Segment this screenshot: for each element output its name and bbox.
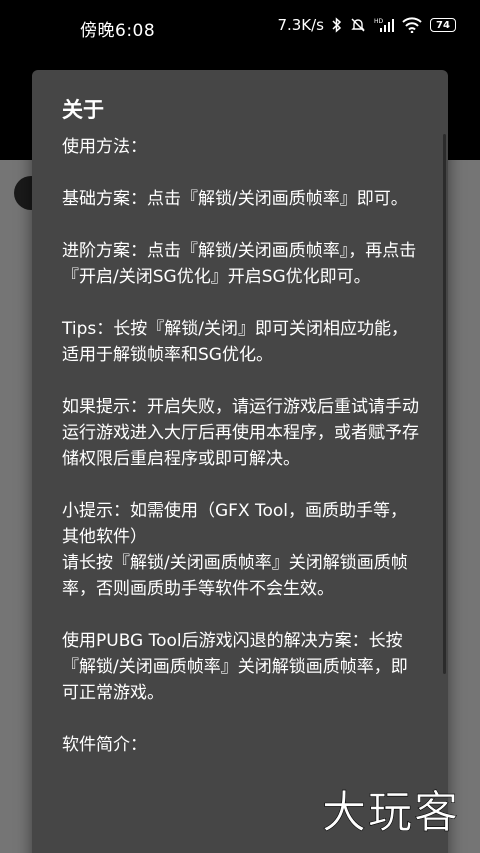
scrollbar[interactable] [443, 134, 446, 674]
dialog-title: 关于 [62, 98, 104, 122]
about-dialog: 关于 使用方法： 基础方案：点击『解锁/关闭画质帧率』即可。 进阶方案：点击『解… [32, 70, 448, 853]
watermark-logo: 大玩客 [318, 781, 468, 841]
dialog-body-text[interactable]: 使用方法： 基础方案：点击『解锁/关闭画质帧率』即可。 进阶方案：点击『解锁/关… [62, 134, 424, 758]
watermark-text: 大玩客 [322, 787, 460, 837]
screen: 傍晚6:08 7.3K/s HD 74 关于 使用方法： 基础方案：点击『解锁/… [0, 0, 480, 853]
